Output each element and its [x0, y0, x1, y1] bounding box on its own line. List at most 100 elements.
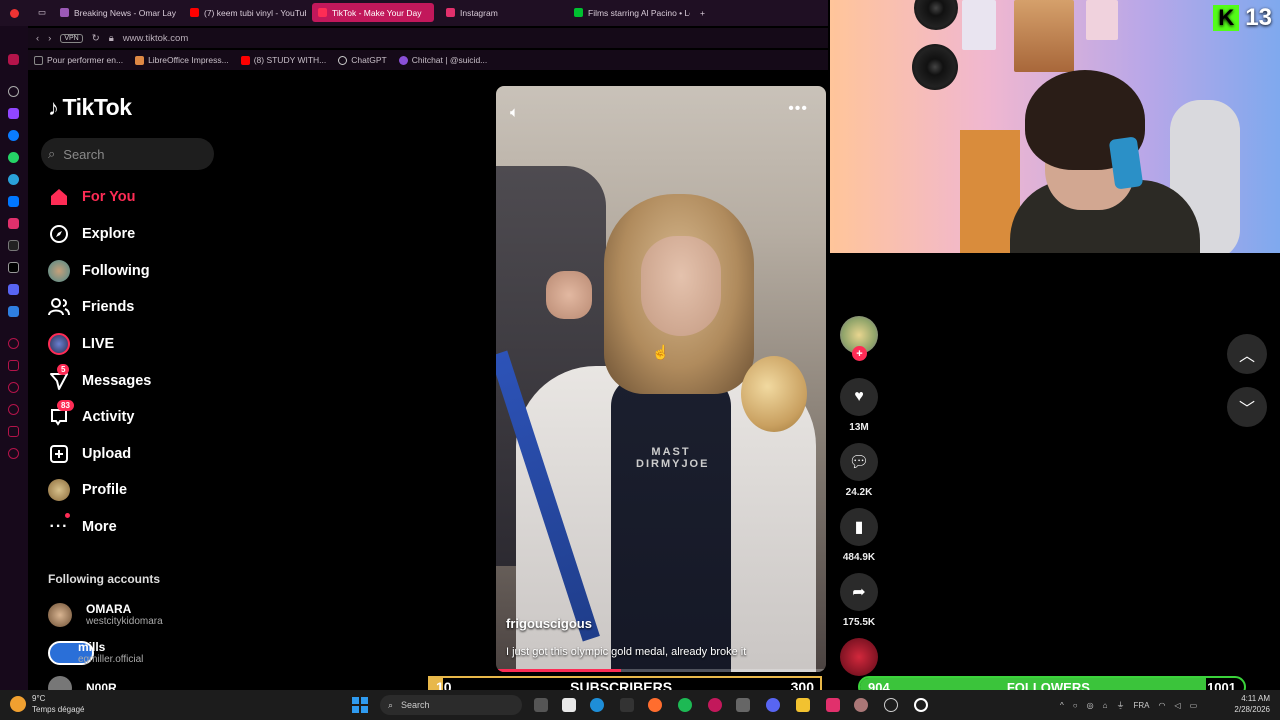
tray-icon[interactable]: ⏚ [1116, 700, 1124, 711]
messages-icon: 5 [48, 364, 70, 392]
save-button[interactable]: ▮ 484.9K [840, 508, 878, 563]
store-icon[interactable] [736, 698, 750, 712]
clock[interactable]: 4:11 AM 2/28/2026 [1222, 693, 1270, 715]
messenger-icon[interactable] [8, 130, 19, 141]
video-author[interactable]: frigouscigous [506, 616, 592, 631]
obs-icon[interactable] [914, 698, 928, 712]
hand-cursor-icon: ☝ [652, 344, 670, 360]
app-icon[interactable] [854, 698, 868, 712]
instagram-icon[interactable] [8, 218, 19, 229]
tray-icon[interactable]: ○ [1073, 701, 1078, 710]
box-icon[interactable] [8, 426, 19, 437]
tiktok-rail-icon[interactable] [8, 240, 19, 251]
previous-video-button[interactable]: ︿ [1227, 334, 1267, 374]
clock-icon[interactable] [8, 404, 19, 415]
nav-following[interactable]: Following [48, 258, 150, 284]
spotify-icon[interactable] [678, 698, 692, 712]
weather-widget[interactable]: 9°C Temps dégagé [10, 693, 84, 715]
new-tab-button[interactable]: + [694, 3, 714, 22]
volume-icon[interactable]: ◁ [1174, 701, 1180, 710]
bookmark-2[interactable]: LibreOffice Impress... [135, 55, 229, 65]
forward-icon[interactable]: › [48, 33, 51, 44]
chitchat-icon [398, 55, 408, 65]
language-indicator[interactable]: FRA [1133, 701, 1149, 710]
task-view-icon[interactable] [534, 698, 548, 712]
edge-icon[interactable] [590, 698, 604, 712]
video-shirt-text: MAST DIRMYJOE [636, 446, 710, 470]
tab-3[interactable]: TikTok - Make Your Day [312, 3, 434, 22]
comment-button[interactable]: 💬︎ 24.2K [840, 443, 878, 498]
search-input[interactable]: ⌕ Search [41, 138, 214, 170]
bookmark-5[interactable]: Chitchat | @suicid... [398, 55, 487, 65]
bookmark-icon: ▮ [840, 508, 878, 546]
video-more-icon[interactable]: ••• [788, 100, 808, 118]
account-item[interactable]: OMARA westcitykidomara [48, 602, 163, 627]
browser-sidebar [0, 26, 28, 690]
instagram-icon[interactable] [826, 698, 840, 712]
history-icon[interactable] [8, 338, 19, 349]
like-button[interactable]: ♥ 13M [840, 378, 878, 433]
vk-icon[interactable] [8, 196, 19, 207]
app-icon[interactable] [884, 698, 898, 712]
share-button[interactable]: ➦ 175.5K [840, 573, 878, 628]
nav-profile[interactable]: Profile [48, 477, 127, 503]
speed-dial-icon[interactable] [8, 54, 19, 65]
ai-icon[interactable] [8, 86, 19, 97]
wifi-icon[interactable]: ◠ [1158, 701, 1165, 710]
tab-1[interactable]: Breaking News - Omar Lay [54, 3, 178, 22]
reload-icon[interactable]: ↻ [92, 33, 100, 44]
bookmark-4[interactable]: ChatGPT [338, 55, 387, 65]
nav-explore[interactable]: Explore [48, 221, 135, 247]
music-disc[interactable] [840, 638, 878, 676]
file-icon[interactable] [562, 698, 576, 712]
taskbar-search[interactable]: ⌕ Search [380, 695, 522, 715]
nav-live[interactable]: LIVE [48, 331, 114, 357]
tiktok-logo[interactable]: ♪ TikTok [48, 94, 132, 121]
firefox-icon[interactable] [648, 698, 662, 712]
share-icon: ➦ [840, 573, 878, 611]
tab-4[interactable]: Instagram [440, 3, 562, 22]
account-item[interactable]: mills egmiller.official [48, 640, 143, 665]
discord-icon[interactable] [8, 284, 19, 295]
back-icon[interactable]: ‹ [36, 33, 39, 44]
nav-messages[interactable]: 5 Messages [48, 364, 151, 394]
heart-icon[interactable] [8, 382, 19, 393]
app-icon[interactable] [620, 698, 634, 712]
nav-upload[interactable]: Upload [48, 441, 131, 467]
start-button[interactable] [352, 697, 368, 713]
vpn-badge[interactable]: VPN [60, 33, 83, 43]
url-text[interactable]: www.tiktok.com [123, 33, 188, 44]
app-icon[interactable] [8, 306, 19, 317]
video-progress[interactable] [496, 669, 826, 672]
send-icon[interactable] [8, 360, 19, 371]
address-bar[interactable]: ‹ › VPN ↻ 🔒︎ www.tiktok.com [28, 28, 828, 48]
chevron-up-icon[interactable]: ^ [1060, 701, 1064, 710]
nav-activity[interactable]: 83 Activity [48, 400, 134, 430]
opera-icon[interactable] [708, 698, 722, 712]
browser-menu-icon[interactable] [4, 4, 24, 23]
heart-icon: ♥ [840, 378, 878, 416]
follow-plus-button[interactable]: + [852, 346, 867, 361]
video-player[interactable]: MAST DIRMYJOE 🔈︎ ••• ☝ frigouscigous I j… [496, 86, 826, 672]
x-icon[interactable] [8, 262, 19, 273]
whatsapp-icon[interactable] [8, 152, 19, 163]
settings-icon[interactable] [8, 448, 19, 459]
tray-icon[interactable]: ◎ [1087, 701, 1094, 710]
tab-2[interactable]: (7) keem tubi vinyl - YouTube [184, 3, 306, 22]
tab-5[interactable]: Films starring Al Pacino • Letterboxd [568, 3, 690, 22]
discord-icon[interactable] [766, 698, 780, 712]
telegram-icon[interactable] [8, 174, 19, 185]
nav-friends[interactable]: Friends [48, 294, 134, 320]
tray-icon[interactable]: ⌂ [1103, 701, 1108, 710]
folder-icon[interactable] [796, 698, 810, 712]
more-icon: ··· [48, 513, 70, 538]
next-video-button[interactable]: ﹀ [1227, 387, 1267, 427]
bookmark-3[interactable]: (8) STUDY WITH... [240, 55, 326, 65]
nav-more[interactable]: ··· More [48, 513, 117, 540]
twitch-icon[interactable] [8, 108, 19, 119]
bookmark-1[interactable]: Pour performer en... [34, 55, 123, 65]
volume-icon[interactable]: 🔈︎ [510, 104, 519, 121]
tab-overview-icon[interactable]: ▭ [32, 3, 52, 22]
battery-icon[interactable]: ▭ [1190, 701, 1198, 710]
nav-for-you[interactable]: For You [48, 184, 135, 210]
